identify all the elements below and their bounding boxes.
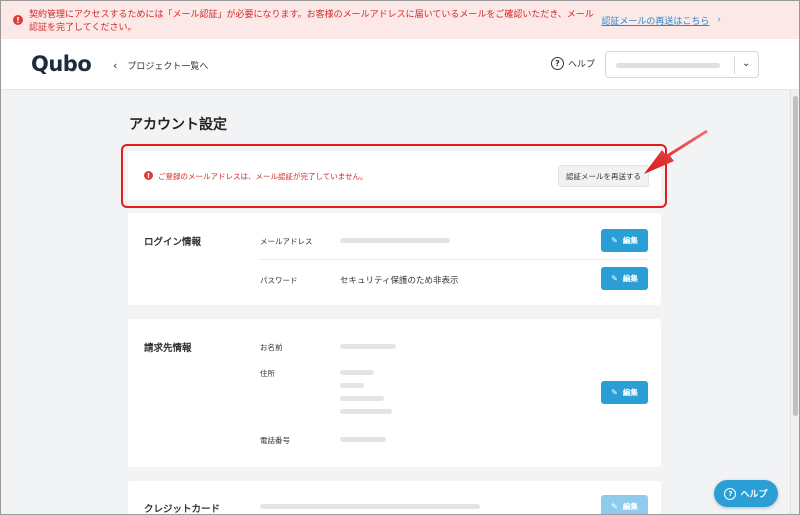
page-title: アカウント設定 — [129, 117, 227, 133]
pencil-icon: ✎ — [611, 502, 618, 511]
pencil-icon: ✎ — [611, 388, 618, 397]
question-circle-icon: ? — [724, 487, 737, 500]
floating-help-button[interactable]: ? ヘルプ — [714, 480, 778, 507]
alert-circle-icon: ! — [13, 15, 23, 25]
login-info-title: ログイン情報 — [144, 237, 202, 248]
chevron-down-icon: ⌄ — [742, 58, 751, 69]
password-value: セキュリティ保護のため非表示 — [340, 276, 459, 286]
annotation-highlight-box — [121, 144, 667, 208]
edit-password-button[interactable]: ✎ 編集 — [601, 267, 648, 290]
billing-info-title: 請求先情報 — [144, 343, 192, 354]
chevron-right-icon[interactable]: › — [717, 15, 721, 25]
help-label: ヘルプ — [568, 60, 596, 70]
question-circle-icon: ? — [551, 57, 564, 70]
scrollbar-thumb[interactable] — [793, 96, 798, 416]
credit-card-title: クレジットカード — [144, 504, 221, 515]
banner-message: 契約管理にアクセスするためには「メール認証」が必要になります。お客様のメールアド… — [29, 10, 594, 33]
name-label: お名前 — [260, 343, 283, 352]
blurred-address-line — [340, 396, 384, 401]
blurred-address-line — [340, 370, 374, 375]
blurred-address-line — [340, 383, 364, 388]
email-label: メールアドレス — [260, 237, 313, 246]
edit-email-button[interactable]: ✎ 編集 — [601, 229, 648, 252]
credit-card-card: クレジットカード ✎ 編集 — [128, 481, 661, 515]
edit-credit-card-button[interactable]: ✎ 編集 — [601, 495, 648, 515]
app-header: Qubo ‹ プロジェクト一覧へ ? ヘルプ ⌄ — [1, 39, 799, 90]
dropdown-divider — [734, 56, 735, 74]
pencil-icon: ✎ — [611, 236, 618, 245]
page-scrollbar[interactable] — [790, 90, 799, 514]
address-label: 住所 — [260, 369, 275, 378]
verification-alert-banner: ! 契約管理にアクセスするためには「メール認証」が必要になります。お客様のメール… — [1, 1, 799, 39]
chevron-left-icon: ‹ — [113, 59, 118, 72]
back-to-projects-link[interactable]: ‹ プロジェクト一覧へ — [113, 59, 208, 72]
help-link[interactable]: ? ヘルプ — [551, 57, 595, 70]
password-label: パスワード — [260, 276, 298, 285]
blurred-card-value — [260, 504, 480, 509]
blurred-phone-value — [340, 437, 386, 442]
account-dropdown[interactable]: ⌄ — [605, 51, 759, 78]
phone-label: 電話番号 — [260, 436, 290, 445]
login-info-card: ログイン情報 メールアドレス ✎ 編集 パスワード セキュリティ保護のため非表示… — [128, 213, 661, 305]
blurred-account-email — [616, 63, 720, 68]
back-label: プロジェクト一覧へ — [127, 62, 209, 72]
billing-info-card: 請求先情報 お名前 住所 ✎ 編集 電話番号 — [128, 319, 661, 467]
edit-billing-button[interactable]: ✎ 編集 — [601, 381, 648, 404]
resend-email-link[interactable]: 認証メールの再送はこちら — [601, 14, 709, 27]
pencil-icon: ✎ — [611, 274, 618, 283]
annotation-arrow-icon — [644, 130, 708, 174]
blurred-email-value — [340, 238, 450, 243]
blurred-name-value — [340, 344, 396, 349]
divider — [260, 259, 648, 260]
blurred-address-line — [340, 409, 392, 414]
qubo-logo[interactable]: Qubo — [31, 52, 92, 76]
